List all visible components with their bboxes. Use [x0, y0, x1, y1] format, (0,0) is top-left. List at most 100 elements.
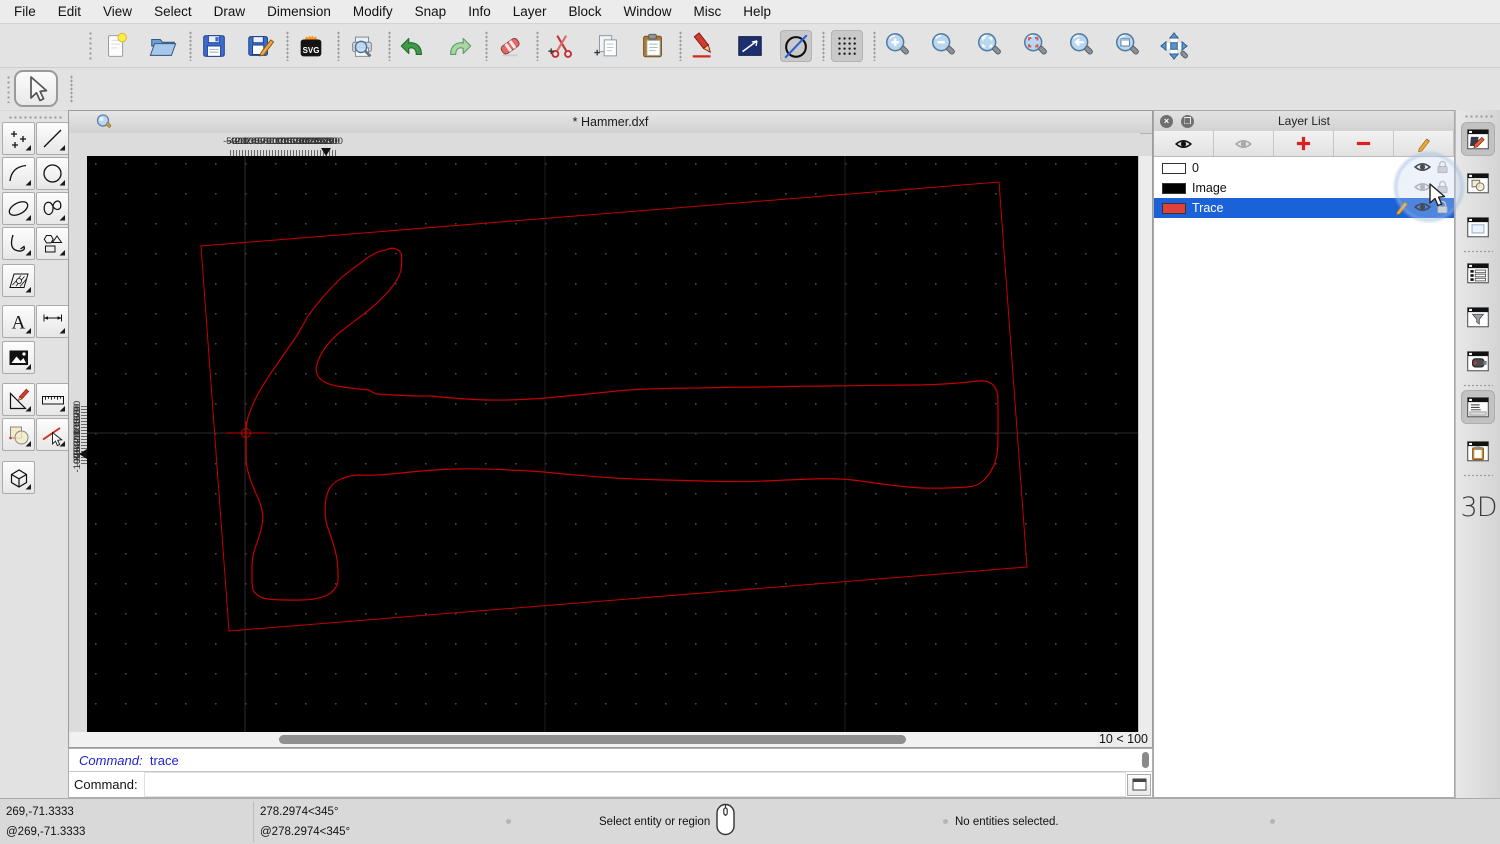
tool-button-spline[interactable]: [36, 192, 69, 225]
tool-button-cube-3d[interactable]: [2, 461, 35, 494]
toolbar-drag-handle[interactable]: [88, 31, 93, 61]
toolbar-button-zoom-pan[interactable]: [1158, 30, 1190, 62]
tool-button-select-entity[interactable]: [36, 418, 69, 451]
toolbar-button-zoom-auto[interactable]: [974, 30, 1006, 62]
dock-toggle-command-widget[interactable]: [1461, 390, 1495, 424]
tool-button-arc[interactable]: [2, 157, 35, 190]
toolbar-button-eraser[interactable]: [494, 30, 526, 62]
menu-help[interactable]: Help: [743, 4, 771, 19]
tool-button-image[interactable]: [2, 341, 35, 374]
menu-misc[interactable]: Misc: [694, 4, 722, 19]
dock-separator: [1463, 474, 1493, 477]
menu-block[interactable]: Block: [569, 4, 602, 19]
menu-file[interactable]: File: [14, 4, 36, 19]
image-icon: [9, 350, 31, 369]
command-history-label: Command:: [79, 753, 143, 768]
palette-drag-handle[interactable]: [8, 115, 62, 120]
layer-edit-pencil-icon[interactable]: [1394, 199, 1410, 218]
menu-info[interactable]: Info: [468, 4, 491, 19]
layer-visibility-eye-icon[interactable]: [1413, 160, 1432, 177]
menu-draw[interactable]: Draw: [214, 4, 246, 19]
menu-select[interactable]: Select: [154, 4, 192, 19]
toolbar-drag-handle[interactable]: [6, 75, 11, 103]
vertical-scrollbar[interactable]: [1138, 156, 1152, 734]
toolbar-button-paste[interactable]: [637, 30, 669, 62]
tool-button-text[interactable]: A: [2, 305, 35, 338]
modify-icon: [9, 388, 31, 411]
menu-modify[interactable]: Modify: [353, 4, 393, 19]
history-scrollbar-thumb[interactable]: [1142, 752, 1149, 768]
toolbar-button-print-preview[interactable]: [346, 30, 378, 62]
toolbar-button-copy[interactable]: [591, 30, 623, 62]
toolbar-button-zoom-previous[interactable]: [1020, 30, 1052, 62]
toolbar-button-redo[interactable]: [443, 30, 475, 62]
menu-snap[interactable]: Snap: [415, 4, 447, 19]
drawing-window-titlebar[interactable]: * Hammer.dxf: [69, 111, 1152, 134]
dock-toggle-layer-filter-widget[interactable]: [1461, 300, 1495, 334]
layer-name: 0: [1192, 161, 1199, 175]
toolbar-button-undo[interactable]: [397, 30, 429, 62]
dock-drag-handle[interactable]: [1464, 114, 1494, 119]
layer-row-0[interactable]: 0: [1154, 158, 1454, 178]
menu-window[interactable]: Window: [624, 4, 672, 19]
dock-toggle-device-widget[interactable]: [1461, 344, 1495, 378]
tool-button-hatch[interactable]: [2, 264, 35, 297]
vertical-ruler: 90 80 70 60 50 40 30 20 10 0 -10 -20 -30 -40 -50 -60 -70…: [69, 156, 88, 734]
layer-lock-icon[interactable]: [1435, 159, 1450, 177]
toolbar-button-zoom-in[interactable]: [882, 30, 914, 62]
horizontal-scrollbar[interactable]: [71, 732, 1097, 747]
toolbar-button-grid-dots[interactable]: [831, 30, 863, 62]
tool-button-ellipse[interactable]: [2, 192, 35, 225]
tool-button-measure[interactable]: [36, 383, 69, 416]
menu-edit[interactable]: Edit: [58, 4, 81, 19]
ellipse-icon: [8, 200, 31, 220]
layer-row-image[interactable]: Image: [1154, 178, 1454, 198]
toolbar-button-open-folder[interactable]: [147, 30, 179, 62]
menu-layer[interactable]: Layer: [513, 4, 547, 19]
toolbar-button-line-attributes[interactable]: [734, 30, 766, 62]
coordinate-relative: @269,-71.3333: [6, 826, 86, 838]
circle-icon: [42, 163, 65, 185]
toolbar-button-zoom-redraw[interactable]: [1066, 30, 1098, 62]
tool-button-points[interactable]: [2, 122, 35, 155]
toolbar-button-zoom-out[interactable]: [928, 30, 960, 62]
layer-toolbar-add-layer-plus[interactable]: [1274, 131, 1334, 156]
menu-view[interactable]: View: [103, 4, 132, 19]
toolbar-button-save-as[interactable]: [244, 30, 276, 62]
toolbar-separator: [485, 31, 488, 61]
dock-toggle-3d[interactable]: 3D: [1456, 492, 1500, 523]
layer-toolbar-edit-layer-pencil[interactable]: [1394, 131, 1454, 156]
layer-toolbar-eye-none-gray[interactable]: [1214, 131, 1274, 156]
tool-button-modify[interactable]: [2, 383, 35, 416]
layer-toolbar-eye-all[interactable]: [1154, 131, 1214, 156]
layer-row-trace[interactable]: Trace: [1154, 198, 1454, 218]
dock-toggle-block-widget[interactable]: [1461, 166, 1495, 200]
toolbar-button-new-file[interactable]: [101, 30, 133, 62]
tool-button-circle[interactable]: [36, 157, 69, 190]
drawing-canvas[interactable]: [87, 156, 1140, 734]
layer-panel-header: × ❐ Layer List: [1154, 111, 1454, 132]
horizontal-scrollbar-thumb[interactable]: [279, 735, 906, 744]
layer-toolbar-remove-layer-minus[interactable]: [1334, 131, 1394, 156]
toolbar-button-circle-attributes[interactable]: [780, 30, 812, 62]
grid-status: 10 < 100: [1098, 732, 1148, 746]
tool-button-shapes[interactable]: [36, 227, 69, 260]
dock-toggle-library-widget[interactable]: [1461, 210, 1495, 244]
toolbar-button-pen-edit[interactable]: [688, 30, 720, 62]
toolbar-button-svg-export[interactable]: SVG: [295, 30, 327, 62]
command-input[interactable]: [143, 772, 1126, 797]
dock-toggle-clipboard-widget[interactable]: [1461, 434, 1495, 468]
dock-toggle-layer-list-widget[interactable]: [1461, 256, 1495, 290]
toolbar-button-cut[interactable]: [545, 30, 577, 62]
command-detach-button[interactable]: [1127, 773, 1151, 796]
tool-button-line[interactable]: [36, 122, 69, 155]
toolbar-separator: [388, 31, 391, 61]
menu-dimension[interactable]: Dimension: [267, 4, 331, 19]
dock-toggle-pen-widget[interactable]: [1461, 122, 1495, 156]
tool-button-blocks[interactable]: [2, 418, 35, 451]
toolbar-button-zoom-window[interactable]: [1112, 30, 1144, 62]
selection-arrow-button[interactable]: [14, 70, 58, 107]
tool-button-polyline[interactable]: [2, 227, 35, 260]
tool-button-dimension[interactable]: [36, 305, 69, 338]
toolbar-button-save[interactable]: [198, 30, 230, 62]
